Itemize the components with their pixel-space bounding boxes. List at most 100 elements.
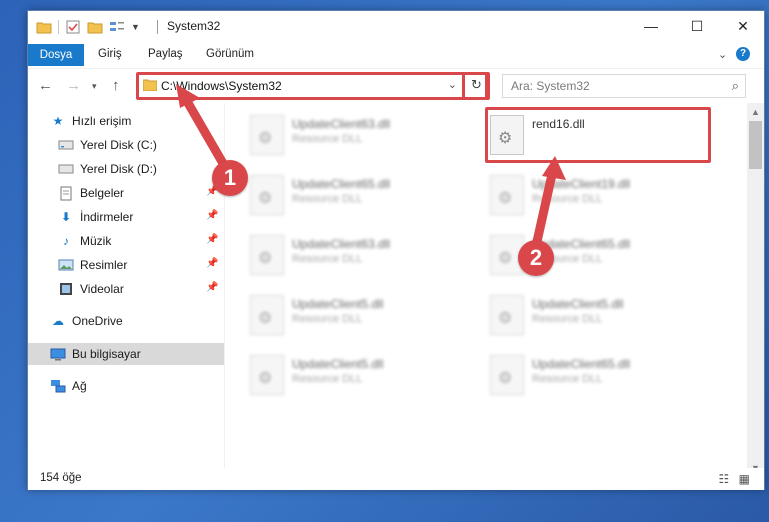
list-item[interactable]: UpdateClient19.dll Resource DLL	[486, 169, 716, 221]
list-item[interactable]: UpdateClient63.dll Resource DLL	[246, 229, 476, 281]
star-icon: ★	[52, 114, 64, 128]
music-icon: ♪	[63, 234, 69, 248]
recent-locations-chevron-icon[interactable]: ▾	[92, 81, 97, 92]
file-name: UpdateClient5.dll	[532, 297, 624, 311]
toolbar-separator	[58, 20, 59, 34]
download-icon: ⬇	[60, 210, 72, 224]
dll-file-icon	[250, 295, 284, 335]
callout-badge-2: 2	[518, 240, 554, 276]
address-highlight-box	[136, 72, 488, 100]
search-placeholder: Ara: System32	[511, 79, 590, 93]
list-item[interactable]: UpdateClient63.dll Resource DLL	[246, 109, 476, 161]
file-highlight-box	[485, 107, 711, 163]
file-name: UpdateClient63.dll	[292, 117, 391, 131]
sidebar-item-quick-access[interactable]: ★ Hızlı erişim	[28, 110, 224, 132]
pin-icon[interactable]: 📌	[206, 282, 218, 293]
sidebar-item-local-disk-c[interactable]: Yerel Disk (C:)	[28, 134, 224, 156]
dll-file-icon	[250, 115, 284, 155]
sidebar-item-label: Belgeler	[80, 186, 125, 200]
callout-badge-1: 1	[212, 160, 248, 196]
file-type: Resource DLL	[292, 313, 363, 325]
forward-arrow-icon[interactable]: →	[66, 77, 81, 94]
sidebar-item-pictures[interactable]: Resimler 📌	[28, 254, 224, 276]
drive-icon	[58, 161, 74, 177]
file-type: Resource DLL	[532, 373, 603, 385]
close-button[interactable]: ✕	[720, 11, 766, 41]
file-list: UpdateClient63.dll Resource DLL UpdateCl…	[228, 103, 740, 468]
sidebar-item-label: İndirmeler	[80, 210, 134, 224]
scroll-thumb[interactable]	[749, 121, 762, 169]
sidebar-item-label: Resimler	[80, 258, 128, 272]
search-input[interactable]: Ara: System32 ⌕	[502, 74, 746, 98]
pin-icon[interactable]: 📌	[206, 258, 218, 269]
sidebar-item-documents[interactable]: Belgeler 📌	[28, 182, 224, 204]
explorer-window: ▼ System32 — ☐ ✕ Dosya Giriş Paylaş Görü…	[27, 10, 765, 490]
status-bar: 154 öğe ☷ ▦	[28, 468, 764, 490]
list-item[interactable]: UpdateClient5.dll Resource DLL	[246, 289, 476, 341]
sidebar-item-music[interactable]: ♪ Müzik 📌	[28, 230, 224, 252]
tab-file[interactable]: Dosya	[28, 44, 84, 66]
file-type: Resource DLL	[532, 313, 603, 325]
sidebar-item-label: OneDrive	[72, 314, 123, 328]
dll-file-icon	[490, 355, 524, 395]
customize-toolbar-chevron-icon[interactable]: ▼	[131, 22, 140, 32]
back-arrow-icon[interactable]: ←	[38, 77, 53, 94]
tab-home[interactable]: Giriş	[98, 48, 122, 60]
file-name: UpdateClient63.dll	[292, 237, 391, 251]
video-icon	[58, 281, 74, 297]
title-separator	[157, 20, 158, 34]
file-name: UpdateClient65.dll	[292, 177, 391, 191]
pane-divider	[224, 103, 225, 468]
file-type: Resource DLL	[292, 193, 363, 205]
help-icon[interactable]: ?	[736, 47, 750, 61]
dll-file-icon	[490, 295, 524, 335]
sidebar-item-label: Videolar	[80, 282, 124, 296]
item-count: 154 öğe	[40, 472, 82, 484]
sidebar-item-this-pc[interactable]: Bu bilgisayar	[28, 343, 224, 365]
list-item[interactable]: UpdateClient5.dll Resource DLL	[246, 349, 476, 401]
folder-icon[interactable]	[36, 19, 52, 35]
properties-icon[interactable]	[65, 19, 81, 35]
sidebar-item-videos[interactable]: Videolar 📌	[28, 278, 224, 300]
list-item[interactable]: UpdateClient65.dll Resource DLL	[486, 349, 716, 401]
view-options-icon[interactable]	[109, 19, 125, 35]
file-name: UpdateClient19.dll	[532, 177, 631, 191]
sidebar-item-label: Yerel Disk (D:)	[80, 162, 157, 176]
vertical-scrollbar[interactable]: ▲ ▼	[747, 103, 764, 476]
view-toggle-icons[interactable]: ☷ ▦	[719, 472, 750, 486]
list-item[interactable]: UpdateClient5.dll Resource DLL	[486, 289, 716, 341]
list-item[interactable]: UpdateClient65.dll Resource DLL	[246, 169, 476, 221]
tab-share[interactable]: Paylaş	[148, 48, 183, 60]
pin-icon[interactable]: 📌	[206, 210, 218, 221]
up-arrow-icon[interactable]: ↑	[112, 77, 120, 94]
navigation-pane: ★ Hızlı erişim Yerel Disk (C:) Yerel Dis…	[28, 103, 224, 468]
dll-file-icon	[250, 355, 284, 395]
sidebar-item-onedrive[interactable]: ☁ OneDrive	[28, 310, 224, 332]
pictures-icon	[58, 257, 74, 273]
address-row: ← → ▾ ↑ C:\Windows\System32 ⌄ ↻ Ara: Sys…	[28, 68, 764, 102]
file-name: UpdateClient5.dll	[292, 357, 384, 371]
sidebar-item-label: Hızlı erişim	[72, 114, 132, 128]
sidebar-item-downloads[interactable]: ⬇ İndirmeler 📌	[28, 206, 224, 228]
search-icon: ⌕	[731, 78, 739, 93]
maximize-button[interactable]: ☐	[674, 11, 720, 41]
sidebar-item-label: Müzik	[80, 234, 112, 248]
large-icons-view-icon[interactable]: ▦	[739, 472, 750, 486]
sidebar-item-label: Ağ	[72, 379, 87, 393]
sidebar-item-network[interactable]: Ağ	[28, 375, 224, 397]
minimize-button[interactable]: —	[628, 11, 674, 41]
file-type: Resource DLL	[292, 133, 363, 145]
details-view-icon[interactable]: ☷	[719, 472, 730, 486]
new-folder-icon[interactable]	[87, 19, 103, 35]
sidebar-item-label: Bu bilgisayar	[72, 347, 141, 361]
quick-access-toolbar: ▼	[36, 18, 140, 36]
pin-icon[interactable]: 📌	[206, 234, 218, 245]
sidebar-item-local-disk-d[interactable]: Yerel Disk (D:)	[28, 158, 224, 180]
file-type: Resource DLL	[292, 253, 363, 265]
expand-ribbon-chevron-icon[interactable]: ⌄	[718, 48, 727, 61]
file-type: Resource DLL	[292, 373, 363, 385]
drive-icon	[58, 137, 74, 153]
tab-view[interactable]: Görünüm	[206, 48, 254, 60]
scroll-up-icon[interactable]: ▲	[751, 107, 760, 117]
title-bar: ▼ System32 — ☐ ✕	[28, 11, 764, 43]
